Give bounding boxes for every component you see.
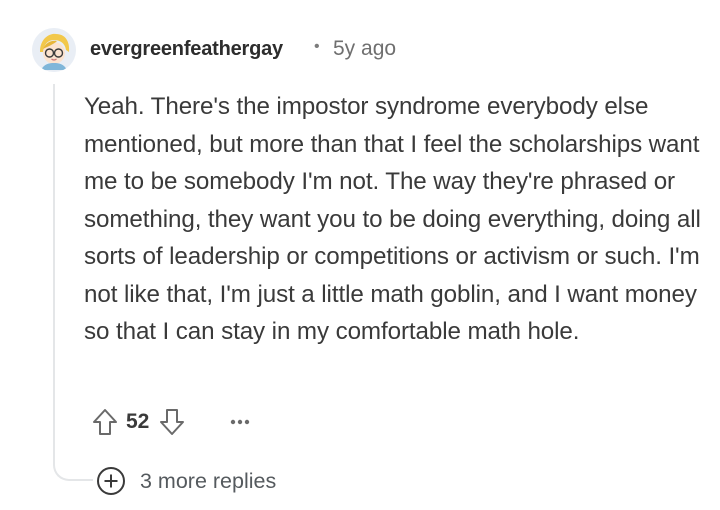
arrow-up-icon	[93, 409, 117, 435]
upvote-button[interactable]	[88, 405, 122, 439]
thread-line[interactable]	[53, 84, 55, 464]
arrow-down-icon	[160, 409, 185, 435]
plus-circle-icon	[97, 467, 125, 495]
downvote-button[interactable]	[155, 405, 189, 439]
comment-actions: 52	[88, 400, 255, 444]
user-avatar-icon	[32, 28, 76, 72]
meta-separator: •	[314, 38, 320, 55]
vote-score: 52	[126, 410, 150, 433]
comment-body: Yeah. There's the impostor syndrome ever…	[84, 93, 701, 345]
comment-timestamp: 5y ago	[333, 37, 397, 60]
thread-line-curve	[53, 448, 93, 481]
more-options-button[interactable]	[225, 407, 255, 437]
avatar[interactable]	[32, 28, 76, 72]
more-replies-label: 3 more replies	[140, 468, 277, 493]
more-replies-button[interactable]: 3 more replies	[96, 465, 276, 497]
more-dots-icon	[231, 419, 250, 425]
username-link[interactable]: evergreenfeathergay	[90, 38, 283, 61]
